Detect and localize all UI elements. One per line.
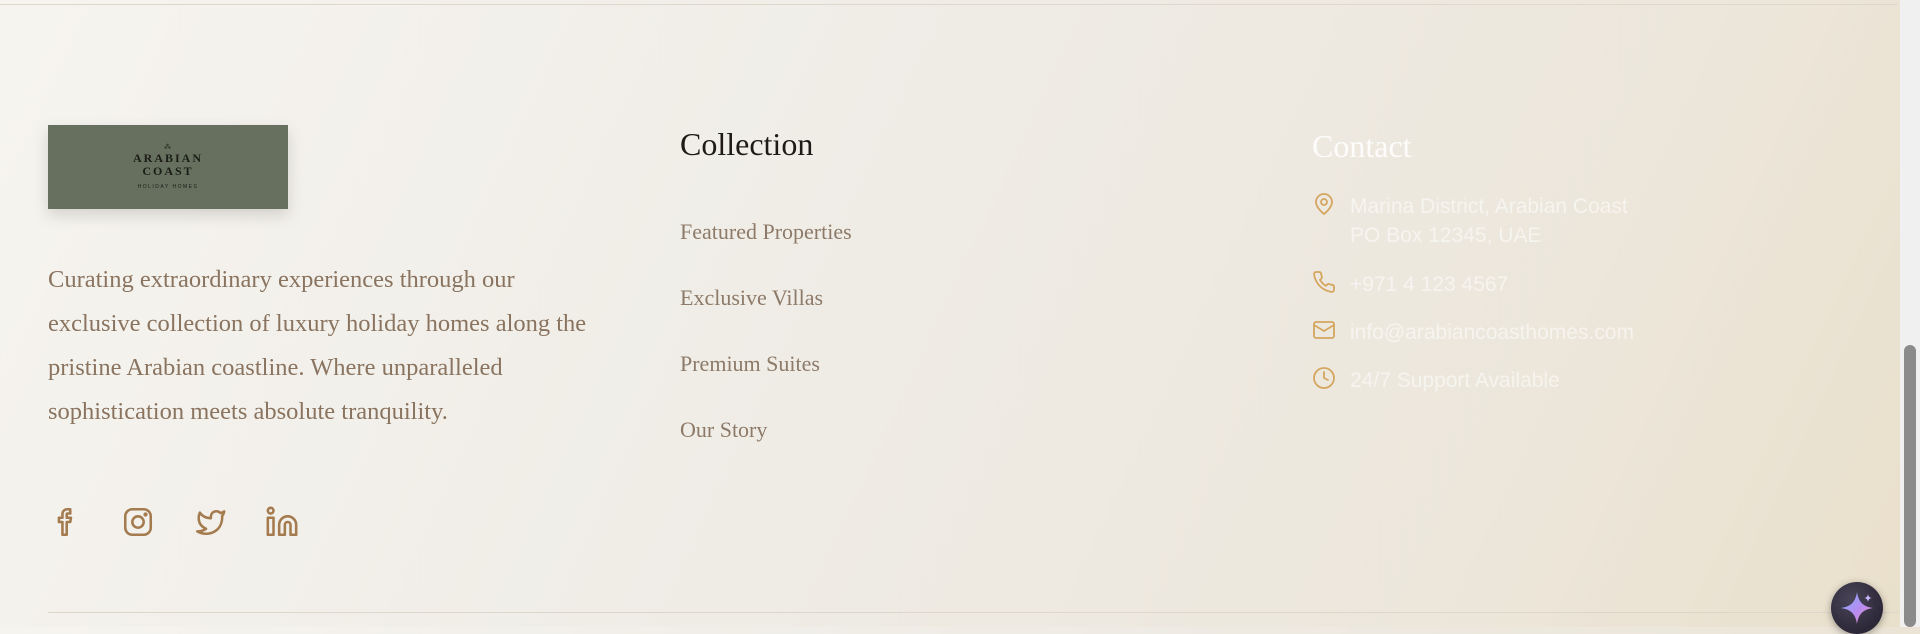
contact-heading: Contact: [1312, 128, 1412, 164]
contact-email[interactable]: info@arabiancoasthomes.com: [1312, 318, 1634, 347]
email-address: info@arabiancoasthomes.com: [1350, 321, 1634, 344]
clock-icon: [1313, 367, 1335, 389]
contact-address: Marina District, Arabian Coast PO Box 12…: [1312, 192, 1628, 250]
logo-text-coast: COAST: [142, 164, 194, 178]
link-featured-properties[interactable]: Featured Properties: [680, 219, 852, 244]
phone-number: +971 4 123 4567: [1350, 273, 1509, 296]
instagram-icon: [123, 507, 153, 537]
mail-icon: [1313, 321, 1335, 339]
instagram-link[interactable]: [120, 502, 156, 542]
linkedin-icon: [266, 506, 298, 537]
linkedin-link[interactable]: [264, 502, 300, 542]
facebook-link[interactable]: [48, 502, 84, 542]
scrollbar-thumb[interactable]: [1904, 345, 1916, 627]
link-exclusive-villas[interactable]: Exclusive Villas: [680, 285, 823, 310]
facebook-icon: [57, 507, 73, 537]
list-item: Exclusive Villas: [680, 285, 852, 351]
contact-hours: 24/7 Support Available: [1312, 366, 1560, 395]
contact-phone[interactable]: +971 4 123 4567: [1312, 270, 1508, 299]
twitter-link[interactable]: [192, 502, 228, 542]
brand-logo[interactable]: ⁂ ARABIAN COAST HOLIDAY HOMES: [48, 125, 288, 209]
scrollbar[interactable]: [1900, 0, 1920, 627]
list-item: Featured Properties: [680, 219, 852, 285]
logo-mark: ⁂: [164, 143, 172, 151]
collection-links: Featured Properties Exclusive Villas Pre…: [680, 219, 852, 483]
sparkle-icon: [1841, 592, 1873, 624]
bottom-divider: [48, 612, 1898, 613]
link-our-story[interactable]: Our Story: [680, 417, 767, 442]
list-item: Premium Suites: [680, 351, 852, 417]
map-pin-icon: [1315, 193, 1333, 215]
link-premium-suites[interactable]: Premium Suites: [680, 351, 820, 376]
social-links: [48, 502, 300, 542]
twitter-icon: [195, 510, 226, 536]
brand-description: Curating extraordinary experiences throu…: [48, 266, 587, 425]
top-divider: [0, 4, 1898, 5]
support-hours: 24/7 Support Available: [1350, 369, 1560, 392]
address-line-2: PO Box 12345, UAE: [1350, 224, 1542, 247]
phone-icon: [1313, 271, 1335, 293]
ai-assistant-button[interactable]: [1831, 582, 1883, 634]
logo-tagline: HOLIDAY HOMES: [137, 184, 199, 190]
list-item: Our Story: [680, 417, 852, 483]
address-line-1: Marina District, Arabian Coast: [1350, 195, 1628, 218]
collection-heading: Collection: [680, 126, 814, 162]
